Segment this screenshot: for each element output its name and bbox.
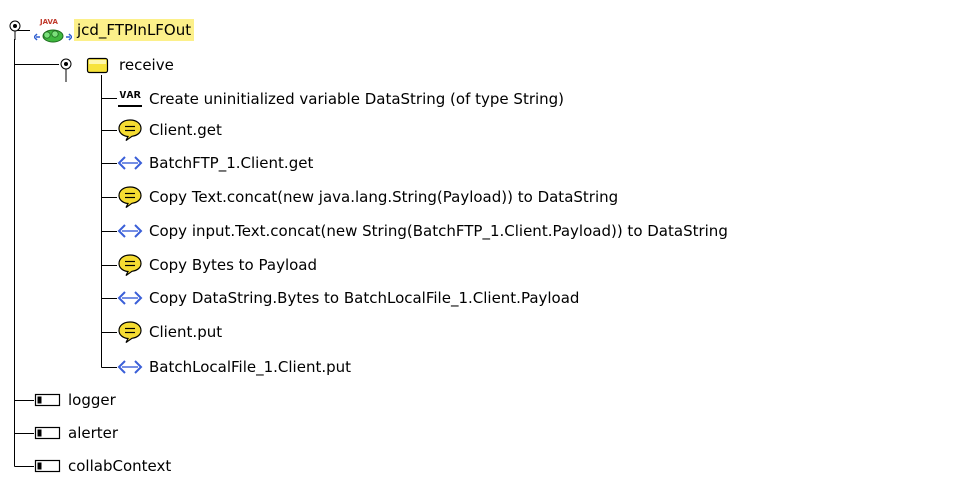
code-arrows-icon bbox=[117, 291, 143, 305]
comment-icon bbox=[118, 186, 142, 208]
tree-node-field-collabcontext[interactable]: collabContext bbox=[34, 451, 174, 481]
svg-text:JAVA: JAVA bbox=[39, 18, 58, 26]
receive-collapse-toggle-icon[interactable] bbox=[59, 57, 73, 79]
tree-node-receive[interactable]: receive bbox=[86, 50, 177, 80]
tree-node-label: alerter bbox=[68, 424, 119, 442]
code-arrows-icon bbox=[117, 224, 143, 238]
tree-node-comment-client-put[interactable]: Client.put bbox=[117, 317, 225, 347]
tree-node-comment-copy-bytes[interactable]: Copy Bytes to Payload bbox=[117, 250, 320, 280]
code-arrows-icon bbox=[117, 156, 143, 170]
java-collaboration-icon: JAVA bbox=[34, 18, 72, 43]
tree-node-code-copy-input-text-concat[interactable]: Copy input.Text.concat(new String(BatchF… bbox=[117, 216, 731, 246]
tree-node-label: logger bbox=[68, 391, 116, 409]
tree-node-comment-copy-text-concat[interactable]: Copy Text.concat(new java.lang.String(Pa… bbox=[117, 182, 621, 212]
tree-node-code-batchlocalfile-put[interactable]: BatchLocalFile_1.Client.put bbox=[117, 352, 354, 382]
tree-node-field-logger[interactable]: logger bbox=[34, 385, 119, 415]
code-arrows-icon bbox=[117, 360, 143, 374]
comment-icon bbox=[118, 254, 142, 276]
tree-node-label: Copy DataString.Bytes to BatchLocalFile_… bbox=[149, 289, 580, 307]
tree-node-root[interactable]: JAVA jcd_FTPInLFOut bbox=[34, 15, 195, 45]
tree-node-field-alerter[interactable]: alerter bbox=[34, 418, 121, 448]
tree-node-label: Copy Text.concat(new java.lang.String(Pa… bbox=[149, 188, 619, 206]
field-icon bbox=[34, 459, 61, 473]
tree-node-label: Client.get bbox=[149, 121, 222, 139]
tree-node-label: Copy input.Text.concat(new String(BatchF… bbox=[149, 222, 728, 240]
tree-node-label: Client.put bbox=[149, 323, 223, 341]
tree-node-code-copy-datastring-bytes[interactable]: Copy DataString.Bytes to BatchLocalFile_… bbox=[117, 283, 582, 313]
folder-icon bbox=[86, 57, 109, 74]
tree-node-label: collabContext bbox=[68, 457, 172, 475]
tree-node-comment-client-get[interactable]: Client.get bbox=[117, 115, 225, 145]
comment-icon bbox=[118, 119, 142, 141]
field-icon bbox=[34, 426, 61, 440]
root-collapse-toggle-icon[interactable] bbox=[8, 19, 22, 41]
tree-node-label: Copy Bytes to Payload bbox=[149, 256, 318, 274]
var-icon: VAR bbox=[118, 91, 142, 107]
receive-node-label: receive bbox=[119, 56, 174, 74]
project-tree: JAVA jcd_FTPInLFOut receive VAR Create u… bbox=[0, 0, 953, 476]
tree-node-var-datastring[interactable]: VAR Create uninitialized variable DataSt… bbox=[118, 84, 567, 114]
comment-icon bbox=[118, 321, 142, 343]
tree-node-label: BatchLocalFile_1.Client.put bbox=[149, 358, 352, 376]
tree-node-label: BatchFTP_1.Client.get bbox=[149, 154, 314, 172]
root-node-label: jcd_FTPInLFOut bbox=[74, 19, 195, 41]
field-icon bbox=[34, 393, 61, 407]
tree-node-label: Create uninitialized variable DataString… bbox=[149, 90, 565, 108]
tree-node-code-batchftp-get[interactable]: BatchFTP_1.Client.get bbox=[117, 148, 316, 178]
